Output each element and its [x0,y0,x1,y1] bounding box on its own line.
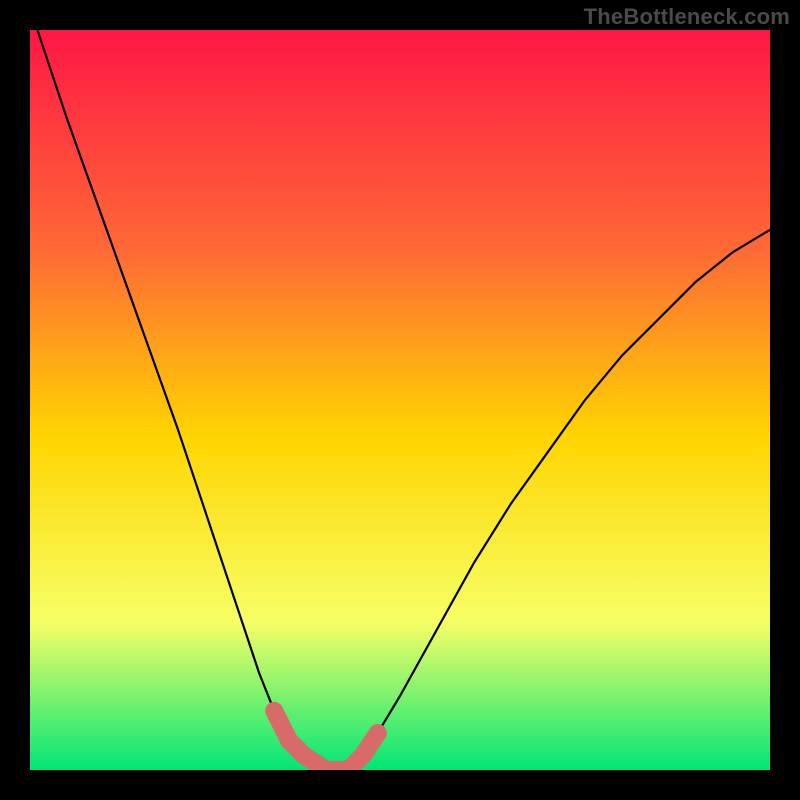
chart-stage: TheBottleneck.com [0,0,800,800]
watermark-label: TheBottleneck.com [584,4,790,30]
chart-svg [0,0,800,800]
plot-background [30,30,770,770]
